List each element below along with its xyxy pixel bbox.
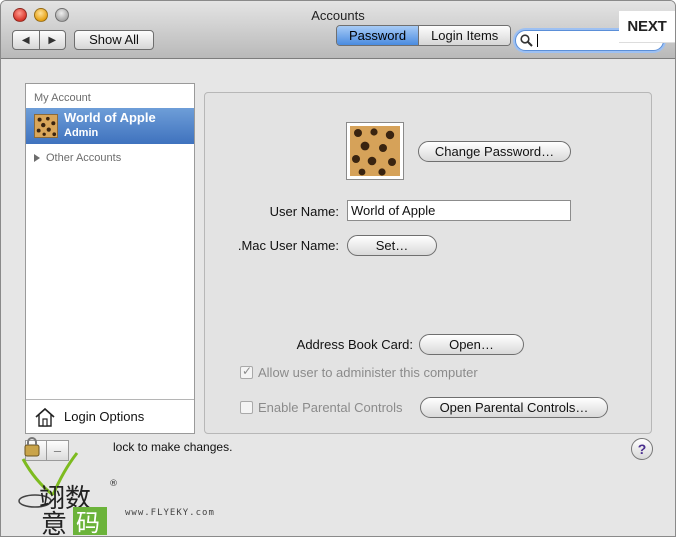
accounts-list: My Account World of Apple Admin Other Ac… bbox=[25, 83, 195, 434]
help-button[interactable]: ? bbox=[631, 438, 653, 460]
parental-controls-checkbox[interactable] bbox=[240, 401, 253, 414]
forward-button[interactable]: ▶ bbox=[38, 31, 66, 49]
allow-admin-row[interactable]: Allow user to administer this computer bbox=[240, 364, 478, 380]
login-options-label: Login Options bbox=[64, 409, 145, 424]
login-options-item[interactable]: Login Options bbox=[26, 399, 194, 433]
tab-password[interactable]: Password bbox=[337, 26, 420, 45]
svg-text:意: 意 bbox=[41, 510, 67, 536]
allow-admin-checkbox[interactable] bbox=[240, 364, 253, 379]
back-forward-control: ◀ ▶ bbox=[12, 30, 66, 50]
disclosure-triangle-icon[interactable] bbox=[34, 154, 40, 162]
account-row-selected[interactable]: World of Apple Admin bbox=[26, 108, 194, 144]
svg-text:®: ® bbox=[109, 479, 118, 489]
account-name: World of Apple bbox=[64, 110, 156, 125]
flyeky-watermark-logo: 翊数 意 码 ® bbox=[18, 452, 118, 536]
next-overlay-label: NEXT bbox=[619, 11, 675, 43]
user-name-label: User Name: bbox=[269, 204, 339, 219]
set-mac-button[interactable]: Set… bbox=[347, 235, 437, 256]
accounts-window: Accounts ◀ ▶ Show All My Account World o… bbox=[0, 0, 676, 537]
user-name-field[interactable]: World of Apple bbox=[347, 200, 571, 221]
pane-tabs: Password Login Items bbox=[336, 25, 512, 46]
text-caret bbox=[537, 34, 538, 47]
other-accounts-group[interactable]: Other Accounts bbox=[34, 152, 121, 164]
tab-login-items[interactable]: Login Items bbox=[419, 26, 511, 45]
mac-user-name-label: .Mac User Name: bbox=[237, 238, 339, 253]
svg-text:码: 码 bbox=[76, 509, 100, 536]
user-picture[interactable] bbox=[346, 122, 404, 180]
address-book-label: Address Book Card: bbox=[296, 337, 413, 352]
my-account-header: My Account bbox=[34, 92, 91, 104]
leopard-avatar-icon bbox=[34, 114, 58, 138]
allow-admin-label: Allow user to administer this computer bbox=[258, 365, 478, 380]
back-button[interactable]: ◀ bbox=[13, 31, 39, 49]
house-icon bbox=[35, 407, 55, 427]
parental-controls-row[interactable]: Enable Parental Controls bbox=[240, 400, 403, 415]
other-accounts-label: Other Accounts bbox=[46, 152, 122, 164]
open-address-card-button[interactable]: Open… bbox=[419, 334, 524, 355]
search-icon bbox=[520, 34, 533, 47]
change-password-button[interactable]: Change Password… bbox=[418, 141, 571, 162]
open-parental-controls-button[interactable]: Open Parental Controls… bbox=[420, 397, 608, 418]
show-all-button[interactable]: Show All bbox=[74, 30, 154, 50]
account-role: Admin bbox=[64, 127, 99, 139]
parental-controls-label: Enable Parental Controls bbox=[258, 400, 403, 415]
watermark-url: www.FLYEKY.com bbox=[125, 508, 215, 518]
window-title: Accounts bbox=[311, 8, 365, 23]
leopard-picture-icon bbox=[350, 126, 400, 176]
